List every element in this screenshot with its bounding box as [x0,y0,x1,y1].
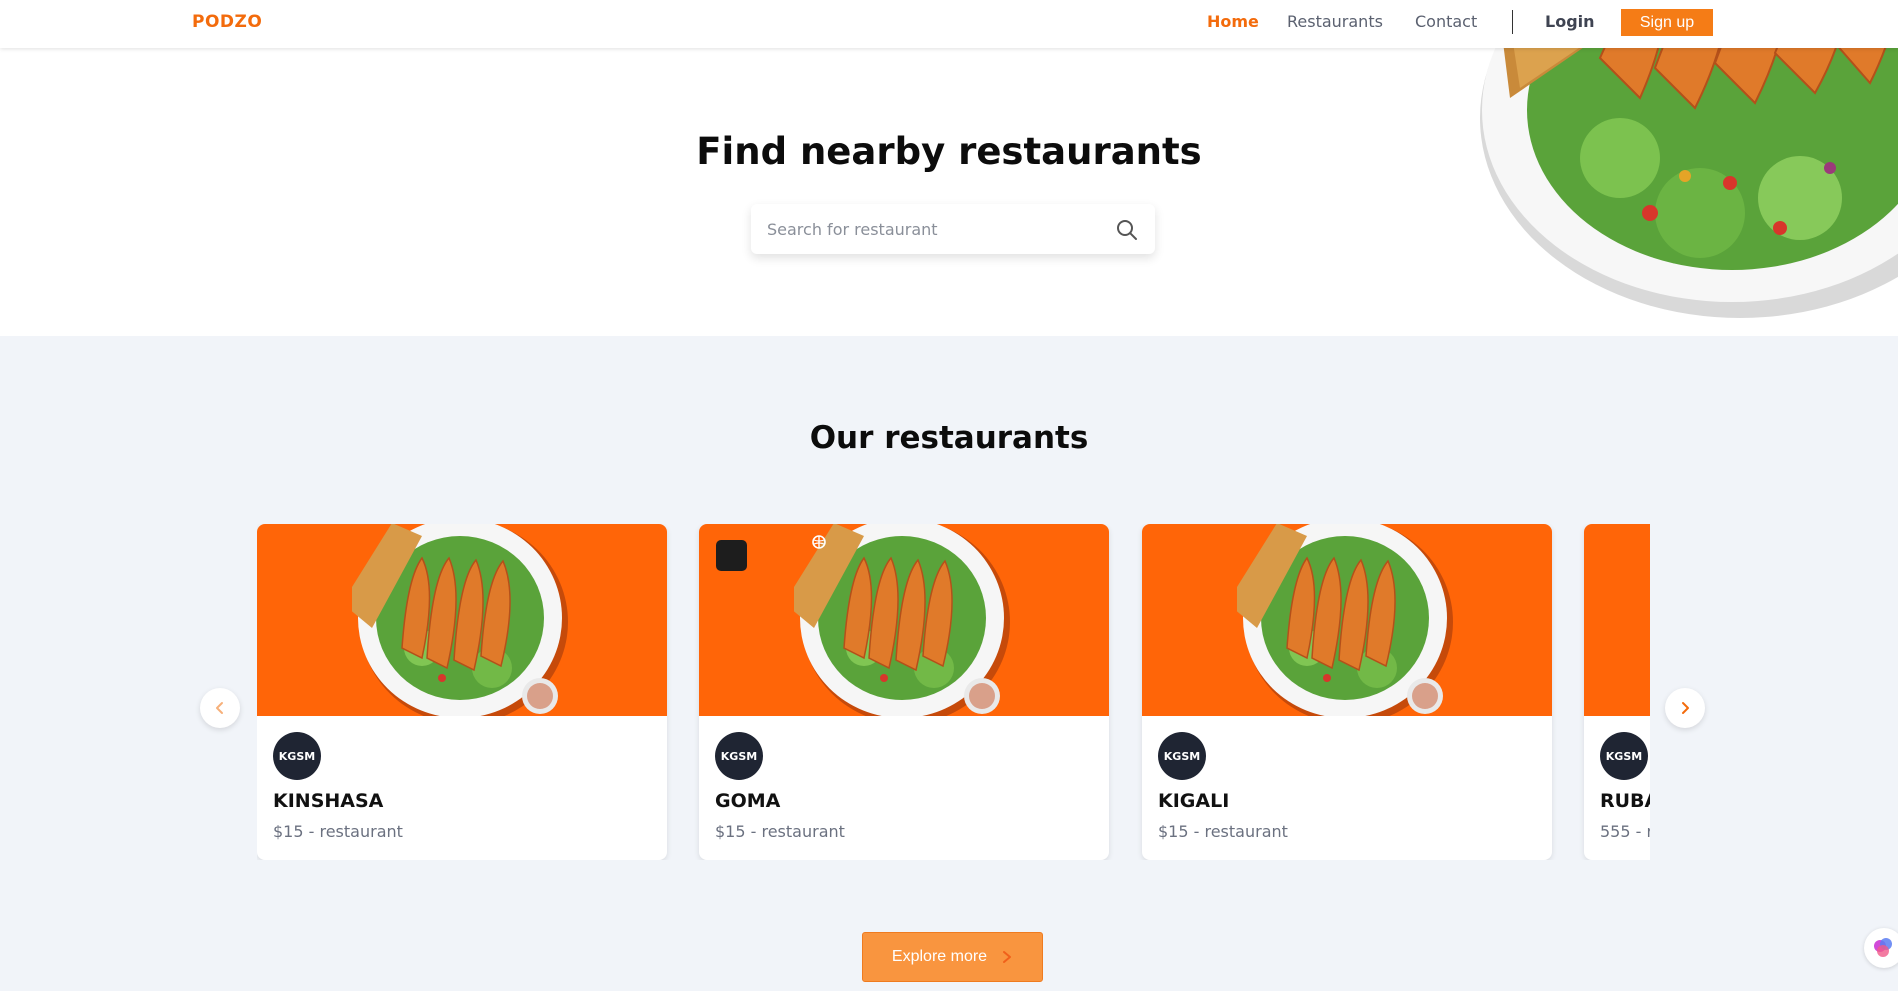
restaurant-subtitle: 555 - restaurant [1600,822,1650,841]
restaurant-name: RUBAVU [1600,790,1650,812]
restaurant-carousel: KGSM KINSHASA $15 - restaurant KGSM GOMA… [257,524,1650,860]
restaurant-badge-avatar: KGSM [1158,732,1206,780]
restaurant-name: KINSHASA [273,790,384,812]
explore-more-label: Explore more [891,948,988,965]
carousel-next-button[interactable] [1665,688,1705,728]
restaurant-subtitle: $15 - restaurant [273,822,403,841]
hero-section: Find nearby restaurants [0,48,1898,336]
hero-title: Find nearby restaurants [696,130,1202,173]
salad-plate-image [352,524,568,716]
brand-logo[interactable]: PODZO [192,12,262,32]
extension-widget[interactable] [1864,928,1898,968]
search-bar [751,204,1155,254]
restaurant-card-kinshasa[interactable]: KGSM KINSHASA $15 - restaurant [257,524,667,860]
restaurant-card-rubavu[interactable]: KGSM RUBAVU 555 - restaurant [1584,524,1650,860]
explore-more-button[interactable]: Explore more [862,932,1043,982]
chevron-right-icon [1003,951,1012,963]
nav-link-home[interactable]: Home [1207,12,1259,31]
restaurant-badge-avatar: KGSM [273,732,321,780]
carousel-prev-button[interactable] [200,688,240,728]
restaurant-badge-avatar: KGSM [715,732,763,780]
search-icon[interactable] [1115,218,1139,242]
restaurant-name: KIGALI [1158,790,1230,812]
restaurant-badge-avatar: KGSM [1600,732,1648,780]
card-image [1584,524,1650,716]
restaurant-card-kigali[interactable]: KGSM KIGALI $15 - restaurant [1142,524,1552,860]
login-link[interactable]: Login [1545,12,1595,31]
section-title: Our restaurants [809,420,1089,456]
restaurant-subtitle: $15 - restaurant [715,822,845,841]
restaurant-card-goma[interactable]: KGSM GOMA $15 - restaurant [699,524,1109,860]
card-image [699,524,1109,716]
card-image [257,524,667,716]
heart-icon [812,535,826,549]
extension-icon [1874,938,1892,957]
chevron-right-icon [1682,702,1689,714]
favorite-button[interactable] [716,535,826,571]
hero-salad-plate-image [1480,48,1898,318]
nav-link-contact[interactable]: Contact [1415,12,1477,31]
chevron-left-icon [216,702,223,714]
salad-plate-image [1237,524,1453,716]
nav-divider [1512,10,1513,34]
restaurant-subtitle: $15 - restaurant [1158,822,1288,841]
top-navbar: PODZO Home Restaurants Contact Login Sig… [0,0,1898,48]
salad-plate-image [794,524,1010,716]
search-input[interactable] [767,204,1097,254]
signup-button[interactable]: Sign up [1621,9,1713,36]
nav-link-restaurants[interactable]: Restaurants [1287,12,1383,31]
card-image [1142,524,1552,716]
restaurant-name: GOMA [715,790,781,812]
